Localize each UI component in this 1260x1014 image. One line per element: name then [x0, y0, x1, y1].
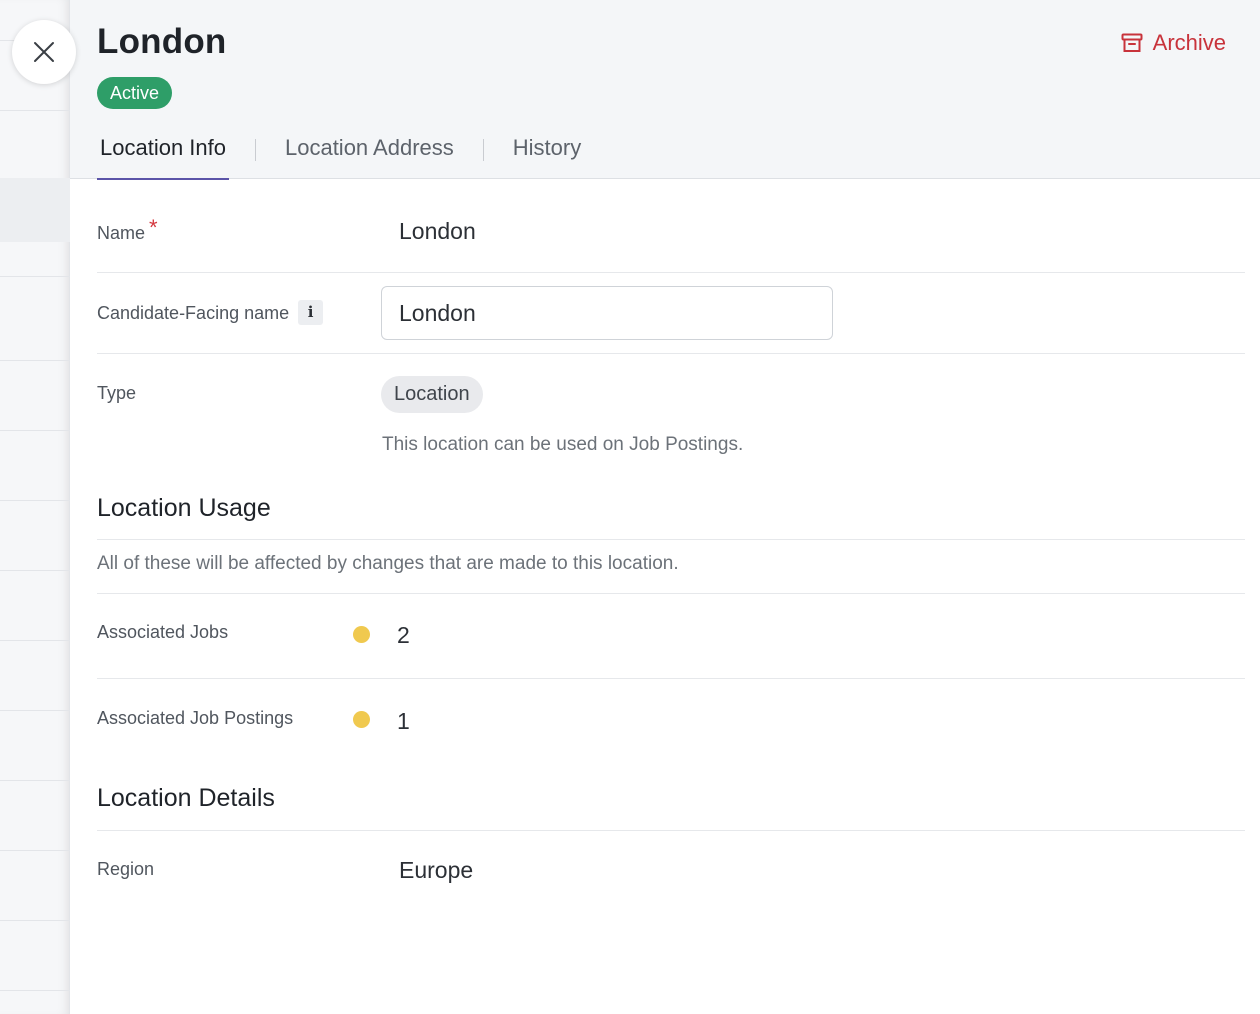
name-value: London — [399, 218, 476, 244]
associated-job-postings-label: Associated Job Postings — [97, 708, 294, 728]
close-icon — [34, 42, 54, 62]
tab-separator — [254, 139, 256, 161]
associated-jobs-count[interactable]: 2 — [397, 622, 410, 649]
location-usage-description: All of these will be affected by changes… — [97, 553, 679, 574]
bg-row-divider — [0, 500, 70, 501]
section-divider — [97, 539, 1245, 540]
section-divider — [97, 830, 1245, 831]
location-drawer: London Active Archive Location Info Loca… — [70, 0, 1260, 1014]
bg-row-divider — [0, 360, 70, 361]
row-divider — [97, 272, 1245, 273]
archive-box-icon — [1121, 33, 1143, 52]
name-label-text: Name — [97, 223, 146, 243]
close-button[interactable] — [12, 20, 76, 84]
bg-row-divider — [0, 640, 70, 641]
bg-row-divider — [0, 710, 70, 711]
row-divider — [97, 353, 1245, 354]
tab-location-info[interactable]: Location Info — [97, 125, 229, 180]
archive-label: Archive — [1152, 30, 1226, 55]
bg-row-divider — [0, 430, 70, 431]
candidate-facing-name-label-text: Candidate-Facing name — [97, 303, 290, 323]
required-marker: * — [149, 215, 158, 240]
tab-bar: Location Info Location Address History — [97, 125, 584, 180]
bg-row-divider — [0, 570, 70, 571]
region-label: Region — [97, 859, 155, 879]
tab-location-address[interactable]: Location Address — [282, 125, 457, 179]
status-dot — [353, 626, 370, 643]
type-chip: Location — [381, 376, 483, 413]
row-divider — [97, 678, 1245, 679]
location-usage-heading: Location Usage — [97, 494, 271, 522]
row-divider — [97, 593, 1245, 594]
name-field-label: Name * — [97, 215, 158, 245]
bg-row-divider — [0, 780, 70, 781]
associated-jobs-label: Associated Jobs — [97, 622, 229, 642]
region-value: Europe — [399, 857, 474, 883]
status-dot — [353, 711, 370, 728]
bg-row-highlight — [0, 178, 70, 242]
bg-row-divider — [0, 110, 70, 111]
archive-button[interactable]: Archive — [1121, 30, 1226, 56]
bg-row-divider — [0, 276, 70, 277]
background-page-strip — [0, 0, 70, 1014]
bg-row-divider — [0, 850, 70, 851]
info-icon[interactable]: i — [298, 300, 324, 325]
candidate-facing-name-label: Candidate-Facing name i — [97, 300, 324, 325]
location-details-heading: Location Details — [97, 784, 275, 812]
type-helper-text: This location can be used on Job Posting… — [382, 434, 744, 455]
status-badge: Active — [97, 77, 173, 109]
candidate-facing-name-input[interactable]: London — [381, 286, 833, 340]
type-label: Type — [97, 383, 137, 403]
page-title: London — [97, 22, 227, 61]
bg-row-divider — [0, 990, 70, 991]
tab-separator — [482, 139, 484, 161]
associated-job-postings-count[interactable]: 1 — [397, 708, 410, 735]
drawer-header: London Active Archive Location Info Loca… — [70, 0, 1260, 180]
tab-history[interactable]: History — [510, 125, 584, 179]
bg-row-divider — [0, 920, 70, 921]
